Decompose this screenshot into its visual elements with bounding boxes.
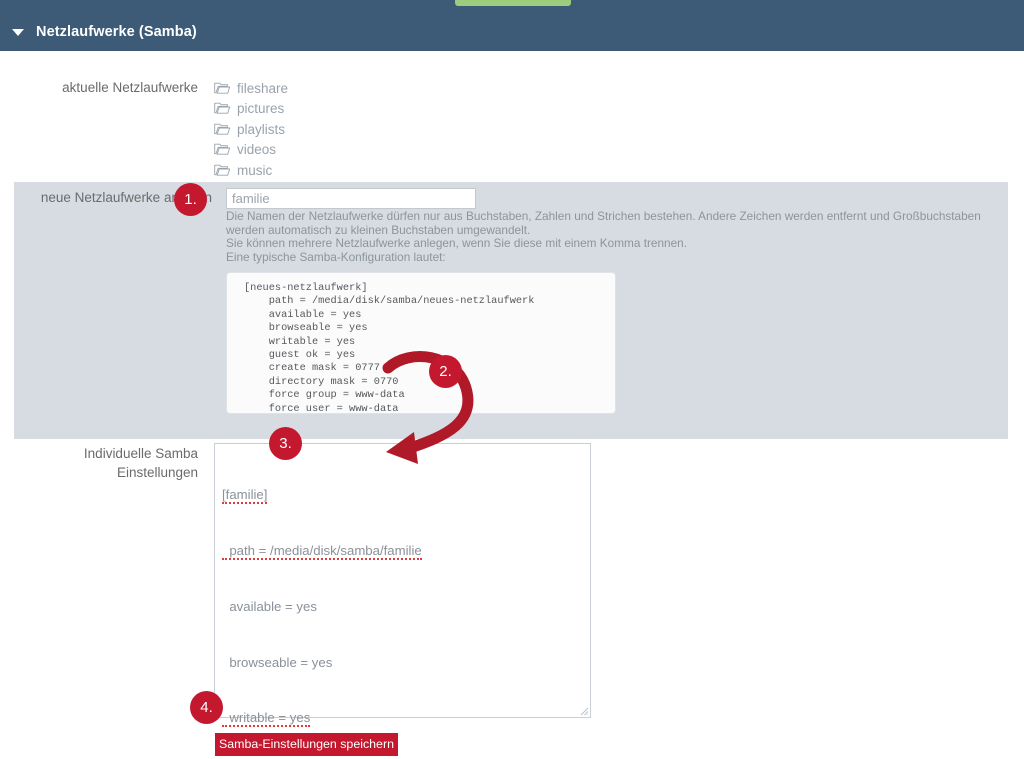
list-item-label: playlists <box>237 121 286 137</box>
textarea-line-text: available = yes <box>222 598 317 614</box>
new-share-name-input[interactable] <box>226 188 476 209</box>
textarea-line: browseable = yes <box>222 654 582 673</box>
help-line-3: Eine typische Samba-Konfiguration lautet… <box>226 249 446 264</box>
annotation-marker-3: 3. <box>269 427 302 460</box>
new-share-help-text: Die Namen der Netzlaufwerke dürfen nur a… <box>226 209 1016 264</box>
textarea-line-text: [familie] <box>222 487 268 505</box>
folder-open-icon <box>214 82 230 94</box>
textarea-line-text: path = /media/disk/samba/familie <box>222 542 422 560</box>
caret-down-icon[interactable] <box>12 28 24 36</box>
annotation-marker-4: 4. <box>190 691 223 724</box>
folder-open-icon <box>214 144 230 155</box>
individual-settings-textarea-content: [familie] path = /media/disk/samba/famil… <box>222 449 582 759</box>
save-samba-settings-button[interactable]: Samba-Einstellungen speichern <box>215 733 398 756</box>
section-title: Netzlaufwerke (Samba) <box>36 24 197 40</box>
textarea-line: available = yes <box>222 598 582 617</box>
samba-config-example-code: [neues-netzlaufwerk] path = /media/disk/… <box>244 282 535 415</box>
top-strip <box>0 0 1024 13</box>
page-root: Netzlaufwerke (Samba) aktuelle Netzlaufw… <box>0 0 1024 759</box>
list-item-label: videos <box>237 142 277 158</box>
textarea-line: writable = yes <box>222 709 582 728</box>
resize-grip-icon[interactable] <box>579 706 589 716</box>
current-shares-label: aktuelle Netzlaufwerke <box>62 80 198 95</box>
progress-indicator <box>455 0 571 6</box>
list-item-label: pictures <box>237 101 285 117</box>
list-item-label: fileshare <box>237 80 289 96</box>
list-item: videos <box>214 140 288 161</box>
list-item: music <box>214 160 288 181</box>
samba-config-example-box: [neues-netzlaufwerk] path = /media/disk/… <box>226 272 616 415</box>
new-share-panel: neue Netzlaufwerke anlegen Die Namen der… <box>14 182 1008 439</box>
folder-open-icon <box>214 164 230 176</box>
annotation-marker-1: 1. <box>174 183 207 216</box>
textarea-line: path = /media/disk/samba/familie <box>222 542 582 561</box>
annotation-marker-2: 2. <box>429 355 462 388</box>
list-item-label: music <box>237 162 273 178</box>
individual-settings-textarea-wrap[interactable]: [familie] path = /media/disk/samba/famil… <box>214 443 591 728</box>
help-line-2: Sie können mehrere Netzlaufwerke anlegen… <box>226 236 687 250</box>
textarea-line-text: browseable = yes <box>222 654 333 670</box>
list-item: pictures <box>214 99 288 120</box>
section-header-netzlaufwerke[interactable]: Netzlaufwerke (Samba) <box>0 13 1024 51</box>
list-item: playlists <box>214 119 288 140</box>
individual-settings-label-line1: Individuelle Samba <box>83 446 198 461</box>
textarea-line: [familie] <box>222 486 582 505</box>
individual-settings-label: Individuelle Samba Einstellungen <box>0 444 198 482</box>
list-item: fileshare <box>214 78 288 99</box>
folder-open-icon <box>214 103 230 114</box>
folder-open-icon <box>214 123 230 135</box>
individual-settings-label-line2: Einstellungen <box>116 465 198 480</box>
help-line-1: Die Namen der Netzlaufwerke dürfen nur a… <box>226 209 981 237</box>
textarea-line-text: writable = yes <box>222 710 311 728</box>
current-shares-list: fileshare pictures playlists videos musi… <box>214 78 288 181</box>
